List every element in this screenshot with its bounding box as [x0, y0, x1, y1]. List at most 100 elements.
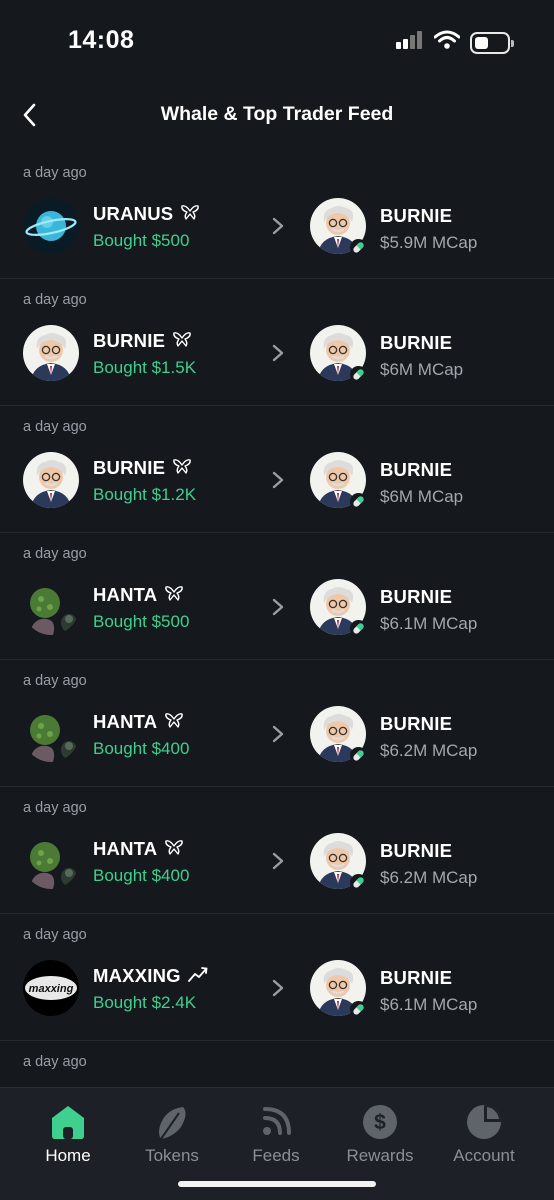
trade-amount: Bought $1.2K: [93, 485, 197, 504]
source-avatar[interactable]: [23, 706, 79, 762]
svg-text:maxxing: maxxing: [29, 983, 74, 995]
time-ago: a day ago: [23, 546, 87, 562]
trade-amount: Bought $2.4K: [93, 993, 197, 1012]
wifi-icon: [433, 30, 461, 55]
chevron-right-icon: [270, 470, 286, 490]
trade-amount: Bought $500: [93, 231, 190, 250]
feed-item[interactable]: a day ago HANTA Bought $400 BURNIE $6.2M…: [0, 660, 554, 787]
battery-icon: [470, 31, 514, 54]
token-mcap: $6.1M MCap: [380, 614, 478, 633]
trade-amount: Bought $400: [93, 866, 190, 885]
source-avatar[interactable]: maxxing: [23, 960, 79, 1016]
whale-ribbon-icon: [180, 203, 200, 225]
tab-label: Tokens: [145, 1146, 199, 1165]
source-avatar[interactable]: [23, 579, 79, 635]
feed-item[interactable]: a day ago maxxing MAXXING Bought $2.4K B…: [0, 914, 554, 1041]
pill-icon: [350, 1001, 367, 1018]
home-indicator: [178, 1181, 376, 1187]
whale-ribbon-icon: [172, 330, 192, 352]
whale-ribbon-icon: [164, 711, 184, 733]
pill-icon: [350, 620, 367, 637]
source-name: HANTA: [93, 711, 184, 733]
token-name: BURNIE: [380, 967, 453, 988]
pill-icon: [350, 493, 367, 510]
feed-item[interactable]: a day ago BURNIE Bought $1.2K BURNIE $6M…: [0, 406, 554, 533]
token-name: BURNIE: [380, 713, 453, 734]
account-icon: [434, 1102, 534, 1142]
trade-amount: Bought $500: [93, 612, 190, 631]
time-ago: a day ago: [23, 419, 87, 435]
chevron-right-icon: [270, 978, 286, 998]
source-avatar[interactable]: [23, 325, 79, 381]
source-name-text: MAXXING: [93, 965, 181, 986]
source-name: BURNIE: [93, 457, 192, 479]
time-ago: a day ago: [23, 292, 87, 308]
chevron-right-icon: [270, 343, 286, 363]
home-icon: [18, 1102, 118, 1142]
token-mcap: $6.1M MCap: [380, 995, 478, 1014]
source-name: MAXXING: [93, 965, 208, 987]
time-ago: a day ago: [23, 927, 87, 943]
chevron-right-icon: [270, 724, 286, 744]
feed-item[interactable]: a day ago HANTA Bought $500 BURNIE $6.1M…: [0, 533, 554, 660]
source-name: HANTA: [93, 584, 184, 606]
time-ago: a day ago: [23, 673, 87, 689]
token-mcap: $6M MCap: [380, 360, 464, 379]
tab-feeds[interactable]: Feeds: [226, 1102, 326, 1166]
token-name: BURNIE: [380, 586, 453, 607]
source-name-text: BURNIE: [93, 457, 166, 478]
tab-rewards[interactable]: $ Rewards: [330, 1102, 430, 1166]
feed-item[interactable]: a day ago URANUS Bought $500 BURNIE $5.9…: [0, 152, 554, 279]
app-screen: 14:08 Whale & Top Trader Feed a day ago …: [0, 0, 554, 1200]
chevron-right-icon: [270, 851, 286, 871]
source-avatar[interactable]: [23, 198, 79, 254]
tab-account[interactable]: Account: [434, 1102, 534, 1166]
tab-tokens[interactable]: Tokens: [122, 1102, 222, 1166]
tokens-icon: [122, 1102, 222, 1142]
pill-icon: [350, 239, 367, 256]
header: Whale & Top Trader Feed: [0, 86, 554, 146]
token-name: BURNIE: [380, 332, 453, 353]
cellular-signal-icon: [396, 31, 424, 54]
status-time: 14:08: [68, 26, 135, 54]
token-mcap: $6.2M MCap: [380, 741, 478, 760]
time-ago: a day ago: [23, 165, 87, 181]
tab-label: Rewards: [346, 1146, 414, 1165]
token-name: BURNIE: [380, 205, 453, 226]
trade-amount: Bought $1.5K: [93, 358, 197, 377]
time-ago: a day ago: [23, 1054, 87, 1070]
token-name: BURNIE: [380, 459, 453, 480]
source-name-text: BURNIE: [93, 330, 166, 351]
trend-up-icon: [187, 965, 208, 987]
chevron-right-icon: [270, 216, 286, 236]
svg-text:$: $: [374, 1111, 386, 1134]
chevron-right-icon: [270, 597, 286, 617]
token-mcap: $6M MCap: [380, 487, 464, 506]
source-name-text: HANTA: [93, 711, 158, 732]
page-title: Whale & Top Trader Feed: [160, 103, 394, 125]
rewards-icon: $: [330, 1102, 430, 1142]
time-ago: a day ago: [23, 800, 87, 816]
source-name: HANTA: [93, 838, 184, 860]
tab-label: Home: [45, 1146, 91, 1165]
source-avatar[interactable]: [23, 833, 79, 889]
whale-ribbon-icon: [164, 838, 184, 860]
status-bar: 14:08: [0, 0, 554, 80]
feed-item[interactable]: a day ago HANTA Bought $400 BURNIE $6.2M…: [0, 787, 554, 914]
whale-ribbon-icon: [164, 584, 184, 606]
source-avatar[interactable]: [23, 452, 79, 508]
feeds-icon: [226, 1102, 326, 1142]
source-name-text: HANTA: [93, 838, 158, 859]
tab-label: Account: [453, 1146, 515, 1165]
tab-home[interactable]: Home: [18, 1102, 118, 1166]
token-name: BURNIE: [380, 840, 453, 861]
feed-item[interactable]: a day ago BURNIE Bought $1.5K BURNIE $6M…: [0, 279, 554, 406]
pill-icon: [350, 874, 367, 891]
pill-icon: [350, 366, 367, 383]
source-name: URANUS: [93, 203, 200, 225]
pill-icon: [350, 747, 367, 764]
whale-ribbon-icon: [172, 457, 192, 479]
trade-amount: Bought $400: [93, 739, 190, 758]
trade-feed-list[interactable]: a day ago URANUS Bought $500 BURNIE $5.9…: [0, 152, 554, 1168]
token-mcap: $6.2M MCap: [380, 868, 478, 887]
